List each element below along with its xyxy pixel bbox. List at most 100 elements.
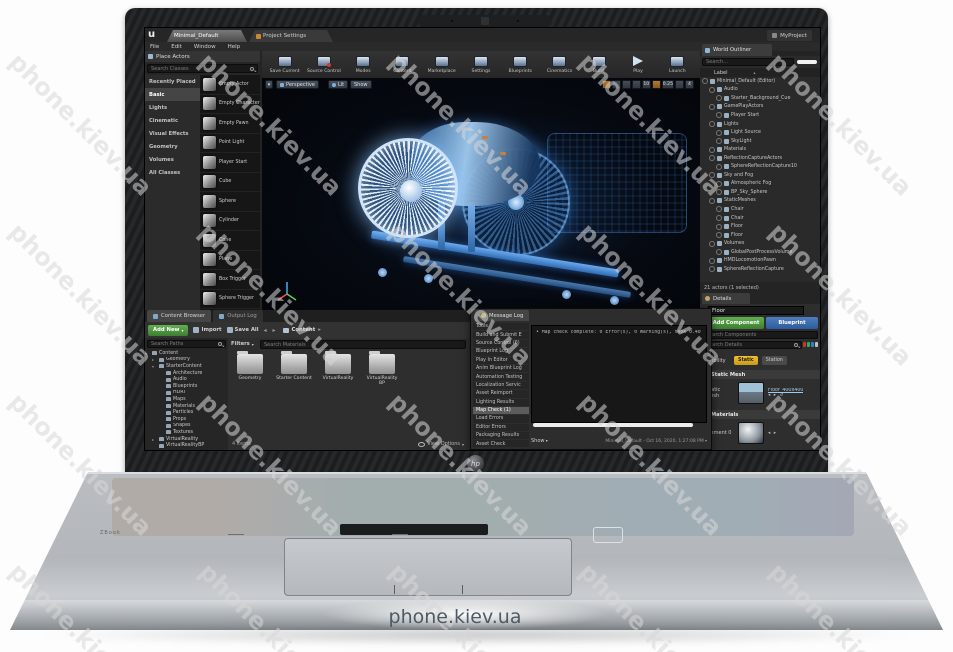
- folder-tree-row[interactable]: Maps: [145, 396, 228, 403]
- log-category[interactable]: Tools: [473, 323, 529, 332]
- toolbar-button[interactable]: Play: [619, 53, 656, 77]
- outliner-row[interactable]: StaticMeshes: [700, 197, 820, 206]
- filters-button[interactable]: Filters: [231, 341, 254, 347]
- add-new-button[interactable]: Add New: [148, 324, 189, 336]
- outliner-row[interactable]: Floor: [700, 222, 820, 231]
- outliner-row[interactable]: Sky and Fog: [700, 171, 820, 180]
- folder-tree-row[interactable]: ▾ StarterContent: [145, 363, 228, 370]
- touchpad[interactable]: [284, 538, 572, 596]
- log-output-area[interactable]: Map check complete: 0 Error(s), 0 Warnin…: [531, 325, 707, 423]
- menu-item[interactable]: Edit: [171, 44, 182, 50]
- search-classes-input[interactable]: Search Classes: [147, 64, 258, 73]
- actor-item[interactable]: Point Light: [200, 134, 260, 153]
- history-back-forward-icons[interactable]: ◂ ▸: [264, 327, 278, 334]
- static-mesh-section-header[interactable]: Static Mesh: [700, 370, 820, 379]
- expand-icon[interactable]: ▸: [152, 357, 157, 362]
- folder-tree-row[interactable]: Textures: [145, 429, 228, 436]
- tab-minimal-default[interactable]: Minimal_Default: [167, 30, 247, 42]
- outliner-search-input[interactable]: Search...: [702, 58, 794, 66]
- folder-tree-row[interactable]: ▸ VirtualReality: [145, 436, 228, 443]
- log-category[interactable]: Editor Errors: [473, 424, 529, 433]
- viewport[interactable]: ▾ Perspective Lit Show 10 0.25 4: [262, 78, 700, 310]
- outliner-row[interactable]: Materials: [700, 145, 820, 154]
- log-category[interactable]: Anim Blueprint Log: [473, 365, 529, 374]
- tab-project-settings[interactable]: Project Settings: [249, 30, 333, 42]
- blueprint-button[interactable]: Blueprint: [766, 317, 818, 329]
- material-thumbnail[interactable]: [738, 422, 764, 444]
- materials-section-header[interactable]: Materials: [700, 410, 820, 419]
- log-category[interactable]: Load Errors: [473, 415, 529, 424]
- search-components-input[interactable]: Search Components: [702, 331, 818, 339]
- outliner-row[interactable]: Volumes: [700, 239, 820, 248]
- outliner-row[interactable]: Floor: [700, 231, 820, 240]
- perspective-button[interactable]: Perspective: [276, 80, 319, 89]
- folder-tree-row[interactable]: VirtualRealityBP: [145, 442, 228, 449]
- toolbar-button[interactable]: Build: [580, 53, 617, 77]
- breadcrumb[interactable]: Content: [282, 327, 321, 333]
- log-category[interactable]: Play In Editor: [473, 357, 529, 365]
- log-category[interactable]: Blueprint Log: [473, 348, 529, 357]
- outliner-row[interactable]: HMDLocomotionPawn: [700, 256, 820, 265]
- search-details-input[interactable]: Search Details: [702, 341, 802, 349]
- expand-icon[interactable]: ▾: [145, 351, 150, 356]
- toolbar-button[interactable]: Content: [384, 53, 421, 77]
- details-tab[interactable]: Details: [702, 293, 750, 304]
- actor-item[interactable]: Empty Pawn: [200, 114, 260, 134]
- actor-item[interactable]: Empty Actor: [200, 75, 260, 95]
- outliner-row[interactable]: GlobalPostProcessVolume: [700, 248, 820, 257]
- surface-snap-icon[interactable]: [621, 80, 631, 89]
- menu-item[interactable]: File: [150, 44, 159, 50]
- outliner-row[interactable]: SphereReflectionCapture10: [700, 162, 820, 171]
- folder-tree-row[interactable]: Shapes: [145, 423, 228, 430]
- folder-tree-row[interactable]: Props: [145, 416, 228, 423]
- actor-category[interactable]: Visual Effects: [145, 127, 200, 140]
- asset-folder[interactable]: VirtualReality BP: [364, 351, 400, 387]
- mobility-stationary-option[interactable]: Station: [761, 356, 787, 365]
- actor-category[interactable]: All Classes: [145, 166, 200, 179]
- actor-item[interactable]: Cube: [200, 173, 260, 192]
- folder-tree-row[interactable]: ▸ Geometry: [145, 357, 228, 364]
- folder-tree-row[interactable]: Architecture: [145, 370, 228, 377]
- toolbar-button[interactable]: Blueprints: [502, 53, 539, 77]
- asset-folder[interactable]: VirtualReality: [320, 351, 356, 387]
- outliner-row[interactable]: Light Source: [700, 128, 820, 137]
- outliner-row[interactable]: Minimal_Default (Editor): [700, 77, 820, 86]
- actor-category[interactable]: Geometry: [145, 140, 200, 153]
- expand-icon[interactable]: ▸: [152, 437, 157, 442]
- spacebar-key[interactable]: [340, 524, 488, 535]
- grid-snap-value[interactable]: 10: [641, 80, 651, 89]
- rotation-snap-icon[interactable]: [651, 80, 661, 89]
- outliner-row[interactable]: SkyLight: [700, 137, 820, 146]
- log-category[interactable]: Asset Reimport: [473, 390, 529, 399]
- static-mesh-thumbnail[interactable]: [738, 382, 764, 404]
- asset-folder[interactable]: Geometry: [232, 351, 268, 387]
- view-options-button[interactable]: View Options: [418, 441, 464, 447]
- search-paths-input[interactable]: Search Paths: [147, 340, 226, 348]
- actor-item[interactable]: Sphere Trigger: [200, 290, 260, 309]
- actor-item[interactable]: Cylinder: [200, 212, 260, 231]
- world-local-toggle-icon[interactable]: [611, 80, 621, 89]
- actor-item[interactable]: Empty Character: [200, 95, 260, 114]
- toolbar-button[interactable]: Marketplace: [423, 53, 460, 77]
- filter-blue-icon[interactable]: [811, 342, 814, 347]
- mobility-static-option[interactable]: Static: [734, 356, 758, 365]
- show-filter-button[interactable]: Show: [531, 438, 548, 444]
- folder-tree-row[interactable]: HDRI: [145, 390, 228, 397]
- outliner-row[interactable]: Chair: [700, 205, 820, 214]
- outliner-row[interactable]: BP_Sky_Sphere: [700, 188, 820, 197]
- log-category[interactable]: Asset Check: [473, 440, 529, 447]
- toolbar-button[interactable]: Cinematics: [541, 53, 578, 77]
- folder-tree-row[interactable]: ▾ Content: [145, 350, 228, 357]
- log-category[interactable]: Lighting Results: [473, 399, 529, 407]
- outliner-column-header[interactable]: Label: [700, 68, 820, 77]
- log-category[interactable]: Packaging Results: [473, 432, 529, 441]
- actor-category[interactable]: Cinematic: [145, 114, 200, 127]
- log-category[interactable]: Build and Submit E: [473, 331, 529, 340]
- save-all-button[interactable]: Save All: [226, 327, 259, 333]
- log-category[interactable]: Map Check (1): [473, 406, 529, 416]
- toolbar-button[interactable]: Settings: [462, 53, 499, 77]
- transform-gizmo-icon[interactable]: [601, 80, 611, 89]
- world-outliner-tab[interactable]: World Outliner: [702, 44, 772, 56]
- log-category[interactable]: Automation Testing: [473, 373, 529, 382]
- filter-green-icon[interactable]: [807, 342, 810, 347]
